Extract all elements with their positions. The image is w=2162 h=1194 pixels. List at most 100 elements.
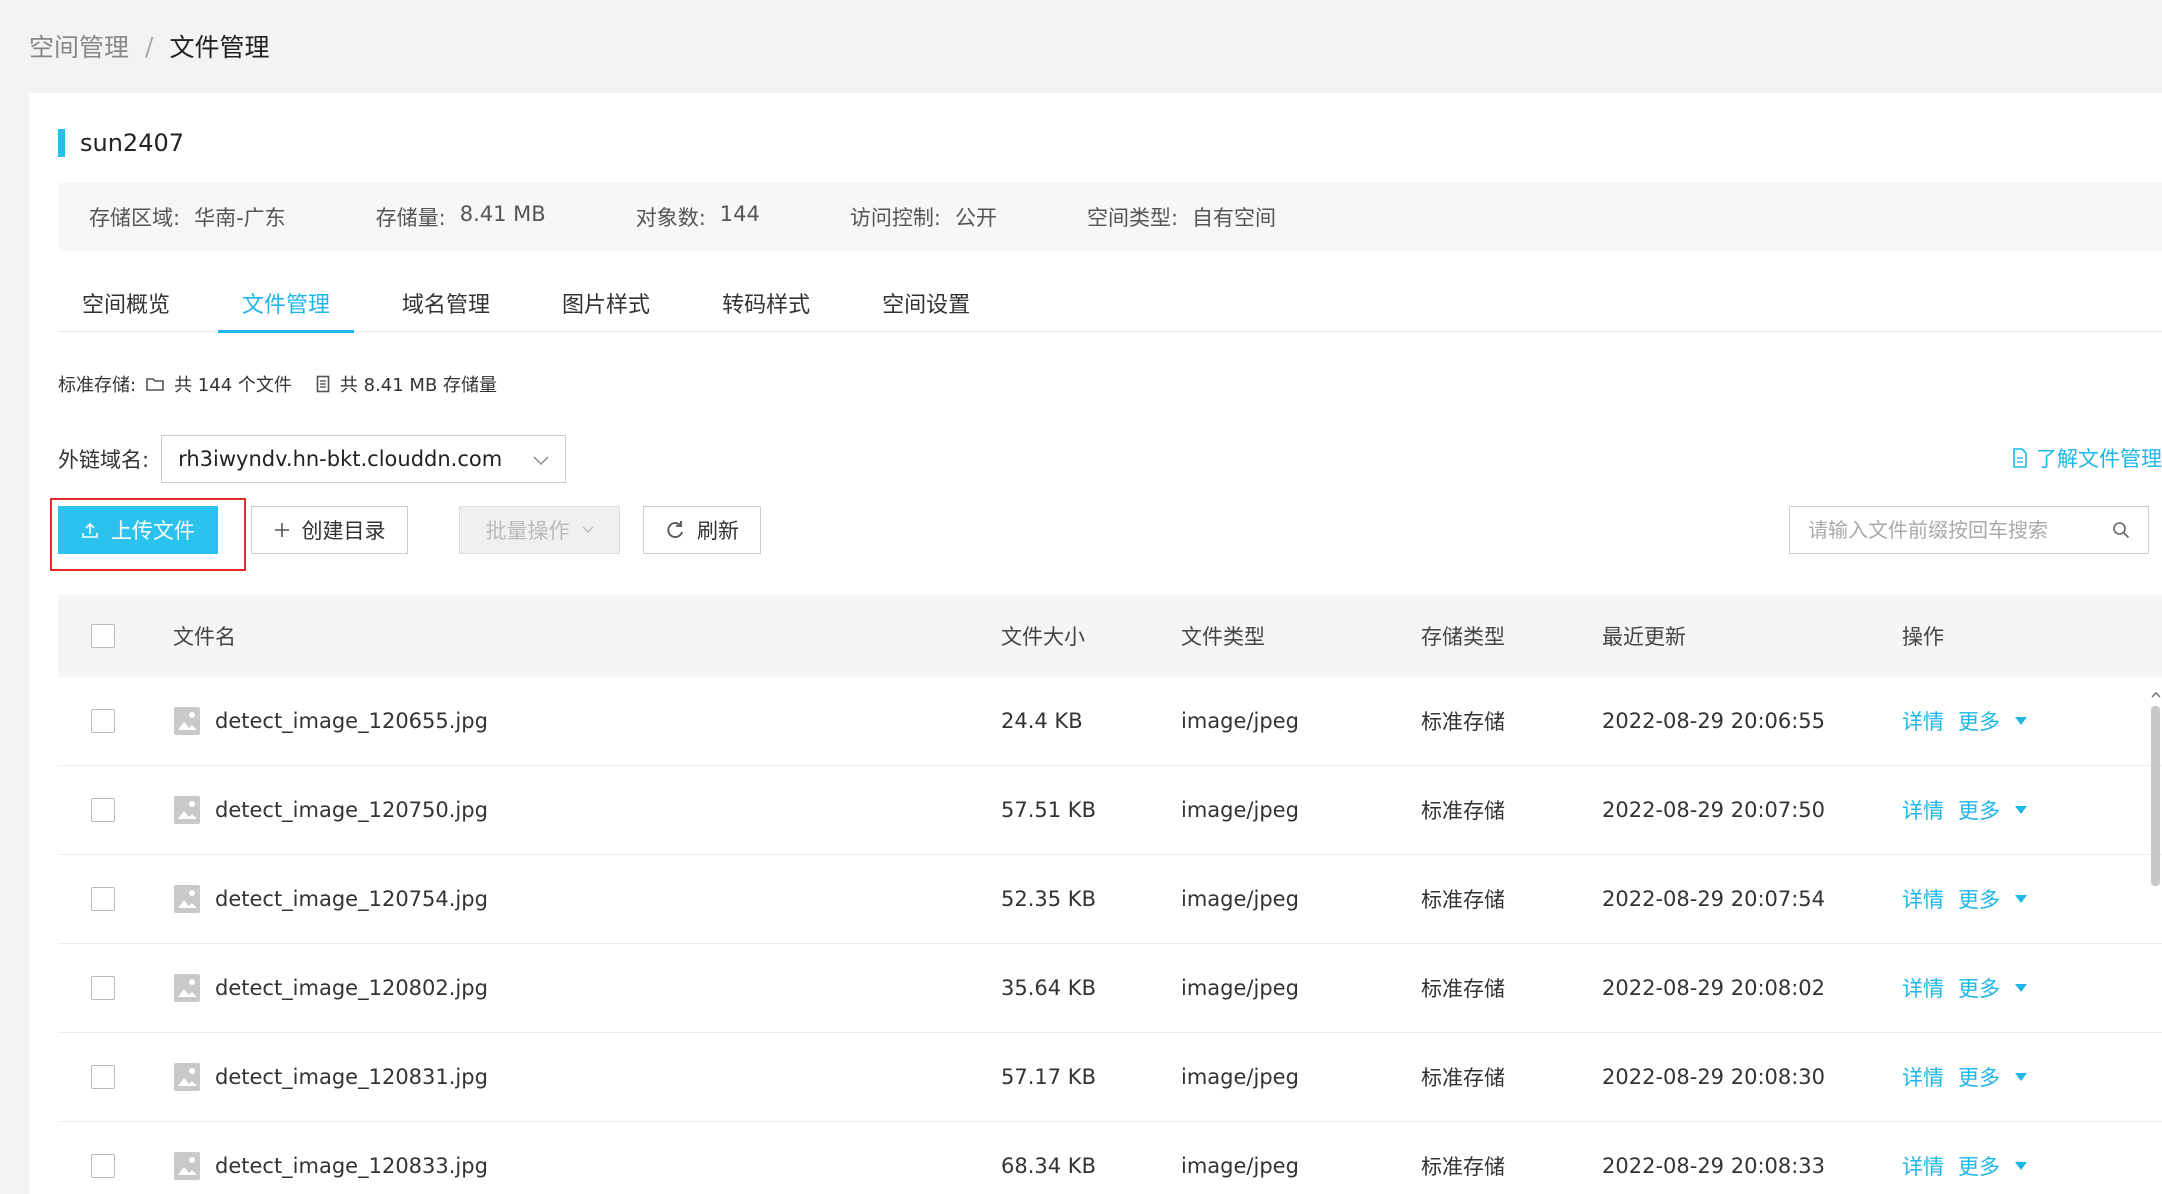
bucket-info-strip: 存储区域: 华南-广东 存储量: 8.41 MB 对象数: 144 访问控制: … [58,183,2162,251]
tab-image-styles[interactable]: 图片样式 [538,273,674,332]
storage-summary: 标准存储: 共 144 个文件 共 8.41 MB 存储量 [58,371,497,397]
caret-down-icon[interactable] [2014,894,2028,904]
file-name[interactable]: detect_image_120802.jpg [215,976,488,1000]
scrollbar-thumb[interactable] [2151,706,2160,886]
caret-down-icon[interactable] [2014,805,2028,815]
detail-link[interactable]: 详情 [1902,1062,1944,1092]
file-type: image/jpeg [1181,887,1299,911]
caret-down-icon[interactable] [2014,983,2028,993]
tab-transcode-styles[interactable]: 转码样式 [698,273,834,332]
table-row: detect_image_120750.jpg 57.51 KB image/j… [58,766,2162,855]
main-panel: sun2407 存储区域: 华南-广东 存储量: 8.41 MB 对象数: 14… [29,93,2162,1194]
file-type: image/jpeg [1181,976,1299,1000]
mkdir-button-label: 创建目录 [301,519,386,543]
row-checkbox[interactable] [91,1154,115,1178]
tab-space-settings[interactable]: 空间设置 [858,273,994,332]
file-name[interactable]: detect_image_120833.jpg [215,1154,488,1178]
bucket-title: sun2407 [58,128,184,158]
image-file-icon [173,795,201,825]
row-check-cell [58,976,173,1000]
image-file-icon [173,1062,201,1092]
row-checkbox[interactable] [91,976,115,1000]
plus-icon [274,522,290,538]
info-objects: 对象数: 144 [636,202,760,232]
table-row: detect_image_120655.jpg 24.4 KB image/jp… [58,677,2162,766]
database-icon [316,375,330,393]
file-name[interactable]: detect_image_120750.jpg [215,798,488,822]
refresh-button[interactable]: 刷新 [643,506,761,554]
scroll-up-icon[interactable] [2149,684,2162,704]
domain-select[interactable]: rh3iwyndv.hn-bkt.clouddn.com [161,435,567,483]
detail-link[interactable]: 详情 [1902,1151,1944,1181]
file-size: 52.35 KB [1001,887,1096,911]
file-storage-type: 标准存储 [1421,799,1505,823]
create-directory-button[interactable]: 创建目录 [251,506,408,554]
domain-row: 外链域名: rh3iwyndv.hn-bkt.clouddn.com [58,435,567,483]
more-link[interactable]: 更多 [1958,1062,2000,1092]
file-name[interactable]: detect_image_120754.jpg [215,887,488,911]
caret-down-icon[interactable] [2014,1161,2028,1171]
learn-file-management-link[interactable]: 了解文件管理 [2012,443,2162,473]
detail-link[interactable]: 详情 [1902,795,1944,825]
file-name-cell: detect_image_120750.jpg [173,795,1001,825]
info-space-type: 空间类型: 自有空间 [1087,202,1276,232]
info-region: 存储区域: 华南-广东 [89,202,286,232]
file-storage-type: 标准存储 [1421,977,1505,1001]
caret-down-icon[interactable] [2014,716,2028,726]
breadcrumb-parent[interactable]: 空间管理 [29,28,129,64]
file-updated: 2022-08-29 20:08:02 [1602,976,1826,1000]
header-ops: 操作 [1902,625,1944,649]
file-name[interactable]: detect_image_120831.jpg [215,1065,488,1089]
search-icon[interactable] [2112,521,2130,539]
tab-file-management[interactable]: 文件管理 [218,273,355,333]
file-size: 68.34 KB [1001,1154,1096,1178]
more-link[interactable]: 更多 [1958,795,2000,825]
header-updated: 最近更新 [1602,625,1686,649]
info-storage: 存储量: 8.41 MB [376,202,546,232]
select-all-checkbox[interactable] [91,624,115,648]
file-size: 35.64 KB [1001,976,1096,1000]
row-checkbox[interactable] [91,709,115,733]
file-type: image/jpeg [1181,798,1299,822]
caret-down-icon[interactable] [2014,1072,2028,1082]
header-name: 文件名 [173,625,236,649]
file-storage-type: 标准存储 [1421,710,1505,734]
file-size: 57.51 KB [1001,798,1096,822]
table-row: detect_image_120754.jpg 52.35 KB image/j… [58,855,2162,944]
row-ops: 详情 更多 [1902,795,2028,825]
domain-label: 外链域名: [58,448,150,472]
search-input[interactable] [1808,518,2088,542]
file-size: 57.17 KB [1001,1065,1096,1089]
row-checkbox[interactable] [91,887,115,911]
more-link[interactable]: 更多 [1958,1151,2000,1181]
learn-link-label: 了解文件管理 [2036,447,2162,471]
row-checkbox[interactable] [91,1065,115,1089]
info-label: 存储区域: [89,206,181,230]
file-updated: 2022-08-29 20:08:33 [1602,1154,1826,1178]
info-label: 空间类型: [1086,206,1179,230]
detail-link[interactable]: 详情 [1902,973,1944,1003]
file-updated: 2022-08-29 20:08:30 [1602,1065,1826,1089]
more-link[interactable]: 更多 [1958,973,2000,1003]
toolbar: 上传文件 创建目录 批量操作 刷新 [50,498,2162,571]
more-link[interactable]: 更多 [1958,706,2000,736]
refresh-button-label: 刷新 [697,519,739,543]
header-storage: 存储类型 [1421,625,1505,649]
detail-link[interactable]: 详情 [1902,706,1944,736]
detail-link[interactable]: 详情 [1902,884,1944,914]
more-link[interactable]: 更多 [1958,884,2000,914]
file-storage-type: 标准存储 [1421,888,1505,912]
upload-file-button[interactable]: 上传文件 [58,506,218,554]
file-name[interactable]: detect_image_120655.jpg [215,709,488,733]
row-checkbox[interactable] [91,798,115,822]
bucket-name: sun2407 [80,129,185,157]
tab-overview[interactable]: 空间概览 [58,273,194,332]
file-updated: 2022-08-29 20:07:54 [1602,887,1826,911]
vertical-scrollbar[interactable] [2149,684,2162,1194]
title-accent-bar [58,129,65,157]
tab-domain-management[interactable]: 域名管理 [378,273,514,332]
row-check-cell [58,1065,173,1089]
file-type: image/jpeg [1181,709,1299,733]
batch-operation-button[interactable]: 批量操作 [459,506,620,554]
info-value: 8.41 MB [459,202,546,226]
